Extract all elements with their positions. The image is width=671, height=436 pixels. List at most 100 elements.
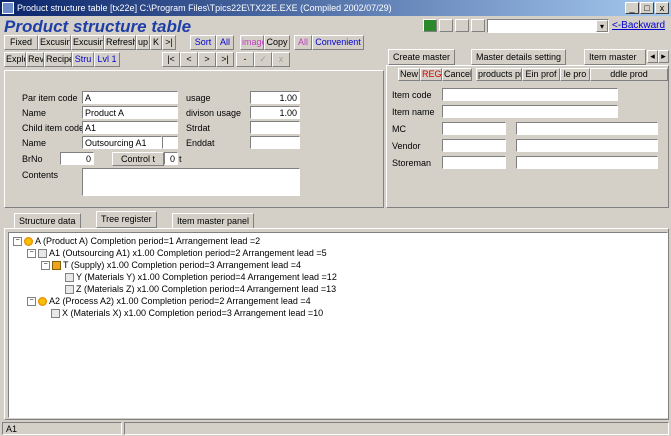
brno-field[interactable]: 0 (60, 152, 94, 165)
mc-name-field[interactable] (516, 122, 658, 135)
vendor-name-field[interactable] (516, 139, 658, 152)
all2-button[interactable]: All (294, 35, 312, 50)
post-record-button[interactable]: ✓ (254, 52, 272, 67)
par-item-code-field[interactable]: A (82, 91, 178, 104)
collapse-icon[interactable]: − (27, 249, 36, 259)
control-field[interactable]: 0 (164, 152, 178, 165)
prev-record-button[interactable]: < (180, 52, 198, 67)
last-record-button[interactable]: >| (216, 52, 234, 67)
tree-node[interactable]: Z (Materials Z) x1.00 Completion period=… (65, 284, 336, 295)
item-dropdown[interactable]: ▾ (487, 19, 609, 33)
item-code-field[interactable] (442, 88, 618, 101)
ein-prof-button[interactable]: Ein prof (522, 68, 560, 81)
master-panel (386, 65, 669, 208)
tab-item-master-panel[interactable]: Item master panel (172, 213, 255, 229)
page-title: Product structure table (4, 17, 192, 36)
tree-node[interactable]: − A (Product A) Completion period=1 Arran… (13, 236, 260, 247)
tree-node-label: Z (Materials Z) x1.00 Completion period=… (76, 284, 337, 294)
delete-record-button[interactable]: - (236, 52, 254, 67)
tab-tree-register[interactable]: Tree register (96, 211, 157, 228)
next-record-button[interactable]: > (198, 52, 216, 67)
last-button[interactable]: >| (162, 35, 176, 50)
tree-node[interactable]: − T (Supply) x1.00 Completion period=3 Ar… (41, 260, 301, 271)
le-pro-button[interactable]: le pro (560, 68, 590, 81)
vendor-field[interactable] (442, 139, 506, 152)
rev-button[interactable]: Rev (26, 52, 44, 67)
maximize-button[interactable]: □ (640, 2, 654, 14)
close-button[interactable]: x (655, 2, 669, 14)
status-item-code: A1 (2, 422, 122, 435)
tab-create-master[interactable]: Create master (388, 49, 456, 65)
level-button[interactable]: Lvl 1 (94, 52, 120, 67)
tab-master-details[interactable]: Master details setting (471, 49, 567, 65)
structure-tree[interactable]: − A (Product A) Completion period=1 Arran… (8, 232, 668, 418)
mc-field[interactable] (442, 122, 506, 135)
recipe-button[interactable]: Recipe (44, 52, 72, 67)
storeman-field[interactable] (442, 156, 506, 169)
end-date-field[interactable] (250, 136, 300, 149)
tree-node[interactable]: − A1 (Outsourcing A1) x1.00 Completion pe… (27, 248, 327, 259)
flag-icon[interactable] (423, 19, 437, 32)
tree-node[interactable]: − A2 (Process A2) x1.00 Completion period… (27, 296, 311, 307)
item-code-label: Item code (392, 90, 432, 100)
tree-node-label: A (Product A) Completion period=1 Arrang… (35, 236, 261, 246)
start-date-field[interactable] (250, 121, 300, 134)
control-label: Control t (120, 154, 155, 164)
explor-button[interactable]: Explor (4, 52, 26, 67)
collapse-icon[interactable]: − (41, 261, 50, 271)
mc-label: MC (392, 124, 406, 134)
collapse-icon[interactable]: − (27, 297, 36, 307)
tool-icon[interactable] (471, 19, 485, 32)
all-button[interactable]: All (216, 35, 234, 50)
child-name-field[interactable]: Outsourcing A1 (82, 136, 162, 149)
first-record-button[interactable]: |< (162, 52, 180, 67)
tool-icon[interactable] (455, 19, 469, 32)
tool-icon[interactable] (439, 19, 453, 32)
storeman-label: Storeman (392, 158, 432, 168)
up-button[interactable]: up (136, 35, 150, 50)
child-item-code-label: Child item code (22, 123, 82, 133)
tab-scroll-left-icon[interactable]: ◂ (647, 50, 658, 63)
usage-label: usage (186, 93, 211, 103)
tab-structure-data[interactable]: Structure data (14, 213, 81, 229)
backward-link[interactable]: <-Backward (612, 20, 665, 31)
par-item-code-label: Par item code (22, 93, 78, 103)
fixed-button[interactable]: Fixed (4, 35, 38, 50)
control-dropdown[interactable]: Control t (112, 152, 164, 166)
sort-button[interactable]: Sort (190, 35, 216, 50)
minimize-button[interactable]: _ (625, 2, 639, 14)
convenient-button[interactable]: Convenient (312, 35, 364, 50)
image-button[interactable]: image (240, 35, 264, 50)
new-button[interactable]: New (398, 68, 420, 81)
excusin-button[interactable]: Excusin (38, 35, 71, 50)
item-name-field[interactable] (442, 105, 618, 118)
tree-node[interactable]: X (Materials X) x1.00 Completion period=… (51, 308, 323, 319)
child-item-code-field[interactable]: A1 (82, 121, 178, 134)
products-pr-button[interactable]: products pr (476, 68, 522, 81)
tab-scroll-right-icon[interactable]: ▸ (658, 50, 669, 63)
cancel-record-button[interactable]: x (272, 52, 290, 67)
chevron-down-icon[interactable]: ▾ (596, 20, 608, 32)
brno-label: BrNo (22, 154, 43, 164)
document-icon (51, 309, 60, 319)
tab-item-master[interactable]: Item master (584, 49, 646, 65)
ddle-prod-button[interactable]: ddle prod (590, 68, 668, 81)
tree-node-label: A2 (Process A2) x1.00 Completion period=… (49, 296, 311, 306)
collapse-icon[interactable]: − (13, 237, 22, 247)
usage-field[interactable]: 1.00 (250, 91, 300, 104)
k-button[interactable]: K (150, 35, 162, 50)
name-label: Name (22, 108, 47, 118)
window-title: Product structure table [tx22e] C:\Progr… (17, 3, 392, 13)
division-usage-field[interactable]: 1.00 (250, 106, 300, 119)
tree-node[interactable]: Y (Materials Y) x1.00 Completion period=… (65, 272, 337, 283)
cancel-button[interactable]: Cancel (442, 68, 472, 81)
stru-button[interactable]: Stru (72, 52, 94, 67)
child-name-extra-field[interactable] (162, 136, 178, 149)
contents-field[interactable] (82, 168, 300, 196)
refresh-button[interactable]: Refresh (104, 35, 136, 50)
parent-name-field[interactable]: Product A (82, 106, 178, 119)
copy-button[interactable]: Copy (264, 35, 290, 50)
storeman-name-field[interactable] (516, 156, 658, 169)
register-button[interactable]: REG (420, 68, 442, 81)
excusin2-button[interactable]: Excusin (71, 35, 104, 50)
